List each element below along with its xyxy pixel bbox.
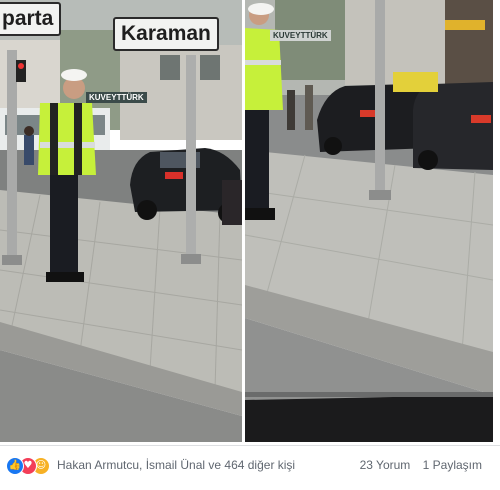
like-icon: 👍 — [6, 457, 24, 475]
post-footer: 👍 ♥ ☺ Hakan Armutcu, İsmail Ünal ve 464 … — [0, 445, 500, 490]
photo-left[interactable]: parta Karaman KUVEYTTÜRK — [0, 0, 242, 442]
likers-text[interactable]: Hakan Armutcu, İsmail Ünal ve 464 diğer … — [57, 458, 295, 472]
street-scene-left — [0, 0, 242, 442]
street-sign-karaman: Karaman — [113, 17, 219, 51]
street-sign-isparta: parta — [0, 2, 62, 36]
store-sign-left: KUVEYTTÜRK — [86, 92, 147, 103]
engagement-counts: 23 Yorum 1 Paylaşım — [351, 458, 482, 472]
store-sign-right: KUVEYTTÜRK — [270, 30, 331, 41]
photo-right[interactable]: KUVEYTTÜRK — [245, 0, 493, 442]
reactions-summary[interactable]: 👍 ♥ ☺ — [6, 457, 54, 475]
comments-count-link[interactable]: 23 Yorum — [360, 458, 411, 472]
shares-count-link[interactable]: 1 Paylaşım — [423, 458, 482, 472]
street-scene-right — [245, 0, 493, 442]
